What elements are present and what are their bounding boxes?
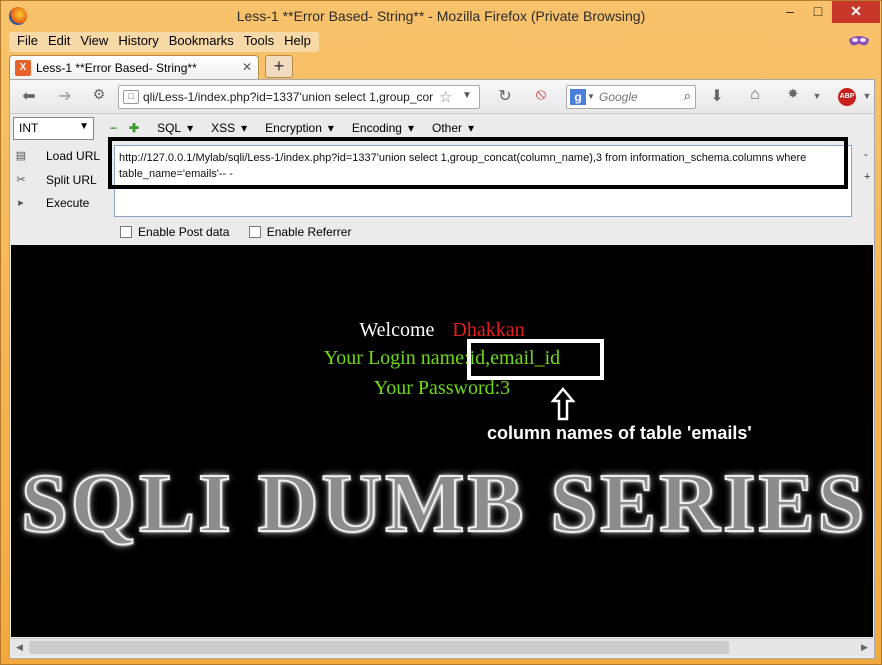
login-name-text: Your Login name:id,email_id xyxy=(323,347,561,369)
tab-close-icon[interactable]: ✕ xyxy=(242,60,252,74)
annotation-box xyxy=(467,339,604,380)
menu-xss[interactable]: XSS ▾ xyxy=(199,121,253,135)
reload-icon[interactable]: ↻ xyxy=(494,86,516,106)
welcome-text: Welcome xyxy=(359,319,435,341)
address-bar[interactable]: □ ☆ ▼ xyxy=(118,85,480,109)
menu-file[interactable]: File xyxy=(12,32,43,52)
scroll-right-icon[interactable]: ▶ xyxy=(856,639,873,656)
split-url-icon: ✂ xyxy=(16,174,26,186)
google-icon[interactable]: g xyxy=(570,89,586,105)
type-select-value: INT xyxy=(19,121,39,135)
private-browsing-mask-icon xyxy=(849,36,869,46)
minimize-button[interactable]: – xyxy=(776,1,804,23)
hackbar-menu: − ✚ SQL ▾ XSS ▾ Encryption ▾ Encoding ▾ Othe… xyxy=(104,121,480,135)
web-page: Welcome Dhakkan Your Login name:id,email_… xyxy=(11,245,873,637)
close-button[interactable]: ✕ xyxy=(832,1,880,23)
load-url-button[interactable]: ▤ Load URL xyxy=(12,147,112,167)
window-title: Less-1 **Error Based- String** - Mozilla… xyxy=(236,8,646,24)
menu-xss-label: XSS xyxy=(211,121,236,135)
decrease-icon[interactable]: − xyxy=(104,121,123,135)
execute-button[interactable]: ▸ Execute xyxy=(12,194,112,214)
hackbar-options: Enable Post data Enable Referrer xyxy=(120,225,351,239)
url-dropdown-icon[interactable]: ▼ xyxy=(462,90,472,101)
identity-icon[interactable]: ⚙ xyxy=(88,86,110,103)
back-icon[interactable]: ⬅ xyxy=(18,86,40,106)
title-bar: Less-1 **Error Based- String** - Mozilla… xyxy=(1,1,881,31)
enable-referrer-label: Enable Referrer xyxy=(266,225,352,239)
execute-label: Execute xyxy=(46,196,90,210)
username-text: Dhakkan xyxy=(452,319,525,341)
load-url-label: Load URL xyxy=(46,149,101,163)
url-input[interactable] xyxy=(143,89,433,105)
scrollbar-thumb[interactable] xyxy=(29,641,729,654)
load-url-icon: ▤ xyxy=(15,150,27,162)
checkbox-box[interactable] xyxy=(248,226,261,238)
browser-content-frame: ⬅ ➔ ⚙ □ ☆ ▼ ↻ ⦸ g ▼ ⌕ ⬇ ⌂ ✸ ▼ ABP ▼ xyxy=(9,79,875,659)
type-select[interactable]: INT ▼ xyxy=(13,117,94,140)
noscript-icon[interactable]: ⦸ xyxy=(530,86,552,104)
new-tab-button[interactable]: + xyxy=(265,55,293,78)
bookmark-star-icon[interactable]: ☆ xyxy=(439,88,452,106)
abp-dropdown-icon[interactable]: ▼ xyxy=(856,91,878,101)
enable-post-label: Enable Post data xyxy=(138,225,230,239)
menu-encryption[interactable]: Encryption ▾ xyxy=(253,121,340,135)
menu-help[interactable]: Help xyxy=(279,32,316,52)
sqli-dumb-series-banner: SQLI DUMB SERIES xyxy=(20,456,868,551)
browser-window: Less-1 **Error Based- String** - Mozilla… xyxy=(0,0,882,665)
search-box[interactable]: g ▼ ⌕ xyxy=(566,85,696,109)
adblock-plus-icon[interactable]: ABP xyxy=(838,88,856,106)
search-input[interactable] xyxy=(599,90,675,104)
menu-other-label: Other xyxy=(431,121,462,135)
xampp-favicon-icon: X xyxy=(15,60,31,76)
collapse-icon[interactable]: - xyxy=(864,149,868,161)
menu-sql-label: SQL xyxy=(157,121,182,135)
menu-tools[interactable]: Tools xyxy=(239,32,279,52)
menu-view[interactable]: View xyxy=(75,32,113,52)
execute-icon: ▸ xyxy=(18,197,24,209)
menu-encoding-label: Encoding xyxy=(351,121,402,135)
downloads-icon[interactable]: ⬇ xyxy=(706,86,728,106)
home-icon[interactable]: ⌂ xyxy=(744,86,766,104)
welcome-line: Welcome Dhakkan xyxy=(11,319,873,342)
forward-icon[interactable]: ➔ xyxy=(54,86,76,106)
enable-post-checkbox[interactable]: Enable Post data xyxy=(120,225,229,239)
split-url-button[interactable]: ✂ Split URL xyxy=(12,171,112,191)
menu-bookmarks[interactable]: Bookmarks xyxy=(164,32,239,52)
tab-less-1[interactable]: X Less-1 **Error Based- String** ✕ xyxy=(9,55,259,80)
firebug-icon[interactable]: ✸ xyxy=(782,86,804,102)
checkbox-box[interactable] xyxy=(120,226,132,238)
chevron-down-icon: ▼ xyxy=(79,121,89,132)
menu-bar: File Edit View History Bookmarks Tools H… xyxy=(9,32,319,52)
search-icon[interactable]: ⌕ xyxy=(684,88,691,104)
menu-other[interactable]: Other ▾ xyxy=(420,121,480,135)
expand-icon[interactable]: + xyxy=(864,171,870,183)
menu-encoding[interactable]: Encoding ▾ xyxy=(340,121,420,135)
maximize-button[interactable]: □ xyxy=(804,1,832,23)
arrow-up-icon xyxy=(551,387,575,421)
tab-title: Less-1 **Error Based- String** xyxy=(36,61,197,75)
menu-edit[interactable]: Edit xyxy=(43,32,75,52)
password-text: Your Password:3 xyxy=(373,377,511,399)
menu-history[interactable]: History xyxy=(113,32,163,52)
firebug-dropdown-icon[interactable]: ▼ xyxy=(806,91,828,101)
menu-sql[interactable]: SQL ▾ xyxy=(145,121,199,135)
enable-referrer-checkbox[interactable]: Enable Referrer xyxy=(248,225,352,239)
menu-encryption-label: Encryption xyxy=(265,121,322,135)
site-info-icon[interactable]: □ xyxy=(123,90,139,104)
scroll-left-icon[interactable]: ◀ xyxy=(11,639,28,656)
split-url-label: Split URL xyxy=(46,173,97,187)
horizontal-scrollbar[interactable]: ◀ ▶ xyxy=(11,638,873,656)
hackbar-panel: INT ▼ − ✚ SQL ▾ XSS ▾ Encryption ▾ Encoding… xyxy=(10,115,874,245)
annotation-text: column names of table 'emails' xyxy=(487,423,752,443)
navigation-toolbar: ⬅ ➔ ⚙ □ ☆ ▼ ↻ ⦸ g ▼ ⌕ ⬇ ⌂ ✸ ▼ ABP ▼ xyxy=(10,80,874,114)
search-engine-dropdown-icon[interactable]: ▼ xyxy=(587,92,595,101)
highlight-box xyxy=(108,137,848,189)
increase-icon[interactable]: ✚ xyxy=(123,121,145,135)
